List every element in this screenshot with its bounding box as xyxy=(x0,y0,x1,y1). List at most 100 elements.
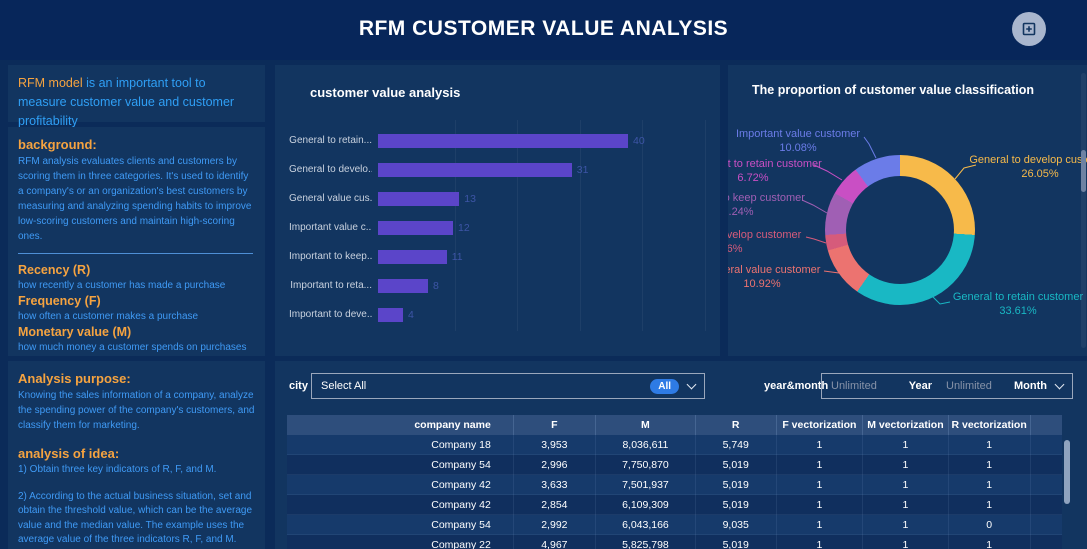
chevron-down-icon xyxy=(686,379,697,390)
table-scrollbar-thumb[interactable] xyxy=(1064,440,1070,504)
bar-category-label: Important to deve... xyxy=(289,309,372,320)
rfm-intro-card: RFM model is an important tool to measur… xyxy=(8,65,265,128)
table-cell: 5,019 xyxy=(695,494,777,515)
bar[interactable] xyxy=(378,249,447,264)
bar[interactable] xyxy=(378,191,460,206)
donut-slice-name: General value customer xyxy=(728,264,821,276)
bar-row: Important value c... 12 xyxy=(289,213,710,242)
city-all-badge: All xyxy=(650,378,679,394)
table-cell: 4,967 xyxy=(513,534,596,549)
donut-scrollbar-thumb[interactable] xyxy=(1081,150,1086,192)
table-row[interactable]: Company 22 4,967 5,825,798 5,019 1 1 1 xyxy=(287,534,1062,549)
table-cell: 1 xyxy=(862,454,949,475)
table-cell: 1 xyxy=(862,435,949,455)
table-header-cell[interactable]: company name xyxy=(287,415,514,435)
table-header-cell[interactable]: M xyxy=(595,415,696,435)
table-cell xyxy=(1030,435,1062,455)
analysis-purpose-body: Knowing the sales information of a compa… xyxy=(18,390,255,431)
table-row[interactable]: Company 18 3,953 8,036,611 5,749 1 1 1 xyxy=(287,435,1062,455)
table-cell: 1 xyxy=(776,514,864,535)
table-cell: 1 xyxy=(948,435,1031,455)
table-cell: 5,019 xyxy=(695,474,777,495)
bar-row: General to develo... 31 xyxy=(289,155,710,184)
table-cell: 1 xyxy=(948,474,1031,495)
bar-value-label: 13 xyxy=(464,192,476,205)
donut-slice-label: Important to keep customer 9.24% xyxy=(728,191,838,219)
table-cell: 5,019 xyxy=(695,534,777,549)
table-cell xyxy=(1030,474,1062,495)
table-cell: Company 42 xyxy=(287,474,514,495)
month-label: Month xyxy=(1014,380,1047,392)
table-cell xyxy=(1030,494,1062,515)
year-placeholder: Unlimited xyxy=(831,380,877,392)
analysis-card: Analysis purpose: Knowing the sales info… xyxy=(8,361,265,549)
table-row[interactable]: Company 42 2,854 6,109,309 5,019 1 1 1 xyxy=(287,494,1062,515)
table-header-cell[interactable]: M vectorization xyxy=(862,415,949,435)
idea-item: 1) Obtain three key indicators of R, F, … xyxy=(18,464,217,475)
table-header-cell[interactable] xyxy=(1030,415,1062,435)
idea-item: 2) According to the actual business situ… xyxy=(18,490,253,546)
bar-value-label: 31 xyxy=(576,163,589,176)
bar-chart-rows: General to retain... 40 General to develo.… xyxy=(289,126,710,329)
donut-slice-pct: 6.72% xyxy=(737,172,769,184)
year-segment: Unlimited Year xyxy=(831,380,932,392)
table-cell: 1 xyxy=(948,534,1031,549)
table-header-cell[interactable]: F vectorization xyxy=(776,415,864,435)
table-cell: 7,750,870 xyxy=(595,454,696,475)
table-cell: Company 42 xyxy=(287,494,514,515)
bar[interactable] xyxy=(378,278,428,293)
table-cell: 3,953 xyxy=(513,435,596,455)
table-cell: Company 54 xyxy=(287,454,514,475)
grid-plus-icon xyxy=(1021,21,1037,37)
bar[interactable] xyxy=(378,307,403,322)
yearmonth-input[interactable]: Unlimited Year Unlimited Month xyxy=(821,373,1073,399)
table-cell xyxy=(1030,514,1062,535)
background-card: background: RFM analysis evaluates clien… xyxy=(8,127,265,356)
table-cell: 3,633 xyxy=(513,474,596,495)
donut-slice-name: Important to keep customer xyxy=(728,192,805,204)
bar-category-label: Important to reta... xyxy=(290,280,372,291)
bar[interactable] xyxy=(378,220,453,235)
background-body: RFM analysis evaluates clients and custo… xyxy=(18,156,252,242)
bar[interactable] xyxy=(378,162,572,177)
table-cell: 2,992 xyxy=(513,514,596,535)
table-panel: city Select All All year&month Unlimited… xyxy=(275,361,1087,549)
bar-chart-panel: customer value analysis General to retai… xyxy=(275,65,720,356)
table-row[interactable]: Company 54 2,992 6,043,166 9,035 1 1 0 xyxy=(287,514,1062,535)
city-dropdown[interactable]: Select All All xyxy=(311,373,705,399)
table-row[interactable]: Company 54 2,996 7,750,870 5,019 1 1 1 xyxy=(287,454,1062,475)
table-cell: 1 xyxy=(776,435,864,455)
donut-slice-name: General to develop customer xyxy=(969,154,1087,166)
table-row[interactable]: Company 42 3,633 7,501,937 5,019 1 1 1 xyxy=(287,474,1062,495)
table-header-cell[interactable]: R xyxy=(695,415,777,435)
bar-category-label: General to develo... xyxy=(289,164,372,175)
donut-slice-pct: 10.08% xyxy=(779,142,817,154)
donut-slice-name: General to retain customer xyxy=(952,291,1084,303)
bar[interactable] xyxy=(378,133,628,148)
metric-term: Frequency (F) xyxy=(18,294,101,308)
table-header-cell[interactable]: F xyxy=(513,415,596,435)
table-cell: 1 xyxy=(948,454,1031,475)
table-header-cell[interactable]: R vectorization xyxy=(948,415,1031,435)
chevron-down-icon xyxy=(1054,379,1065,390)
analysis-purpose-heading: Analysis purpose: xyxy=(18,371,131,386)
background-heading: background: xyxy=(18,137,97,152)
table-cell: Company 54 xyxy=(287,514,514,535)
bar-row: Important to reta... 8 xyxy=(289,271,710,300)
rfm-metric: Recency (R) how recently a customer has m… xyxy=(18,262,255,292)
metric-definition: how often a customer makes a purchase xyxy=(18,311,199,322)
table-cell: 0 xyxy=(948,514,1031,535)
layout-settings-button[interactable] xyxy=(1012,12,1046,46)
bar-category-label: General value cus... xyxy=(289,193,372,204)
page-title: RFM CUSTOMER VALUE ANALYSIS xyxy=(358,17,729,40)
table-cell xyxy=(1030,534,1062,549)
rfm-intro-highlight: RFM model xyxy=(18,76,83,90)
table-cell: 9,035 xyxy=(695,514,777,535)
table-cell: 2,996 xyxy=(513,454,596,475)
bar-category-label: Important to keep... xyxy=(289,251,372,262)
year-label: Year xyxy=(908,380,932,392)
donut-chart-panel: The proportion of customer value classif… xyxy=(728,65,1087,356)
table-cell: 1 xyxy=(776,494,864,515)
donut-scrollbar-track xyxy=(1081,73,1086,348)
table-cell: 1 xyxy=(776,474,864,495)
